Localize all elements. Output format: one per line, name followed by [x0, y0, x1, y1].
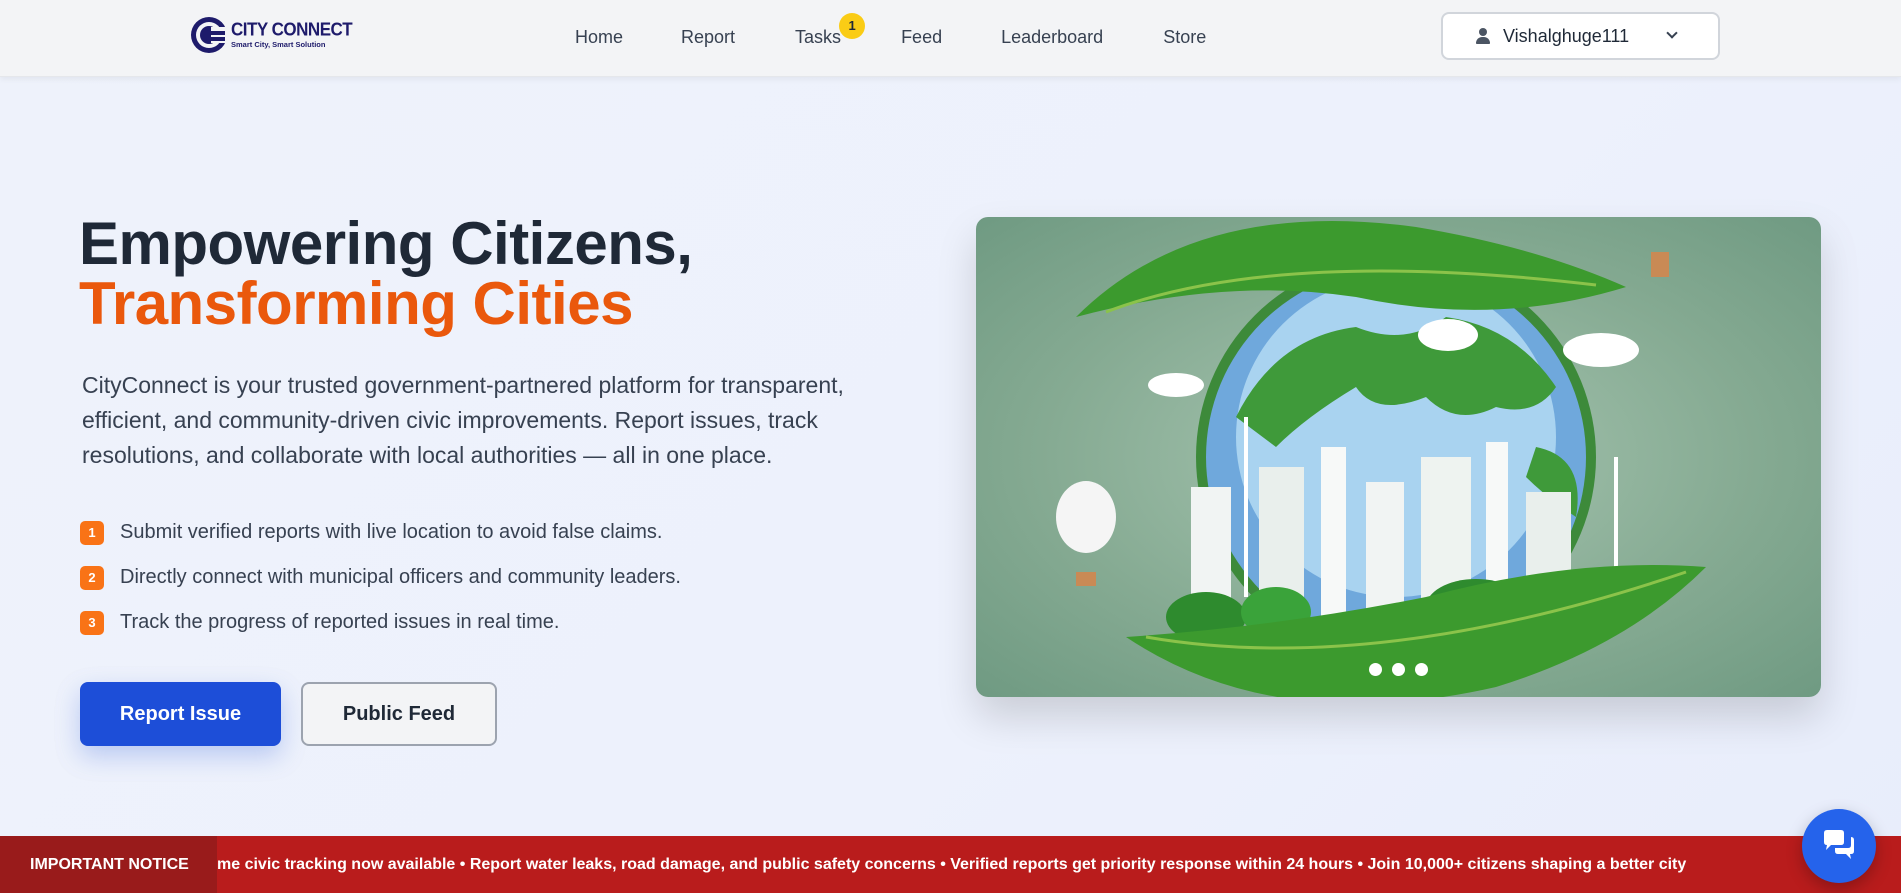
feature-number: 2: [80, 565, 104, 590]
feature-item: 1 Submit verified reports with live loca…: [80, 510, 681, 555]
user-icon: [1475, 27, 1491, 45]
user-menu-button[interactable]: Vishalghuge111: [1441, 12, 1720, 60]
logo-subtitle: Smart City, Smart Solution: [231, 40, 326, 50]
nav-report[interactable]: Report: [681, 27, 735, 48]
logo[interactable]: CITY CONNECT Smart City, Smart Solution: [189, 14, 353, 56]
nav-home[interactable]: Home: [575, 27, 623, 48]
carousel-dots: [1369, 663, 1438, 676]
feature-number: 3: [80, 610, 104, 635]
public-feed-button[interactable]: Public Feed: [301, 682, 497, 746]
eco-city-globe-illustration: [1056, 221, 1706, 697]
notice-label: IMPORTANT NOTICE: [0, 836, 217, 893]
feature-text: Track the progress of reported issues in…: [120, 611, 560, 633]
top-navbar: CITY CONNECT Smart City, Smart Solution …: [0, 0, 1901, 77]
nav-tasks-label: Tasks: [795, 26, 842, 47]
report-issue-button[interactable]: Report Issue: [80, 682, 281, 746]
feature-list: 1 Submit verified reports with live loca…: [80, 510, 681, 645]
feature-text: Submit verified reports with live locati…: [120, 521, 663, 543]
tasks-count-badge: 1: [839, 12, 866, 39]
feature-text: Directly connect with municipal officers…: [120, 566, 681, 588]
notice-ticker-text: me civic tracking now available • Report…: [217, 855, 1687, 873]
hero-title-line1: Empowering Citizens,: [79, 210, 693, 277]
chat-icon: [1824, 830, 1854, 859]
chevron-down-icon: [1666, 27, 1678, 39]
nav-tasks[interactable]: Tasks 1: [795, 12, 866, 48]
carousel-dot[interactable]: [1415, 663, 1428, 676]
hero-description: CityConnect is your trusted government-p…: [82, 372, 844, 468]
feature-number: 1: [80, 520, 104, 545]
nav-feed[interactable]: Feed: [901, 27, 942, 48]
hero-title-line2: Transforming Cities: [79, 270, 633, 337]
feature-item: 2 Directly connect with municipal office…: [80, 555, 681, 600]
feature-item: 3 Track the progress of reported issues …: [80, 600, 681, 645]
nav-store[interactable]: Store: [1163, 27, 1206, 48]
nav-leaderboard[interactable]: Leaderboard: [1001, 27, 1103, 48]
user-name: Vishalghuge111: [1503, 25, 1630, 46]
logo-title: CITY CONNECT: [231, 19, 353, 41]
notice-bar: IMPORTANT NOTICE me civic tracking now a…: [0, 836, 1901, 893]
carousel-dot[interactable]: [1392, 663, 1405, 676]
hero-carousel[interactable]: [976, 217, 1821, 697]
city-connect-logo-icon: [189, 15, 229, 55]
main-nav: Home Report Tasks 1 Feed Leaderboard Sto…: [575, 0, 1206, 74]
hero-title: Empowering Citizens, Transforming Cities: [79, 210, 693, 337]
chat-button[interactable]: [1802, 809, 1876, 883]
carousel-dot[interactable]: [1369, 663, 1382, 676]
